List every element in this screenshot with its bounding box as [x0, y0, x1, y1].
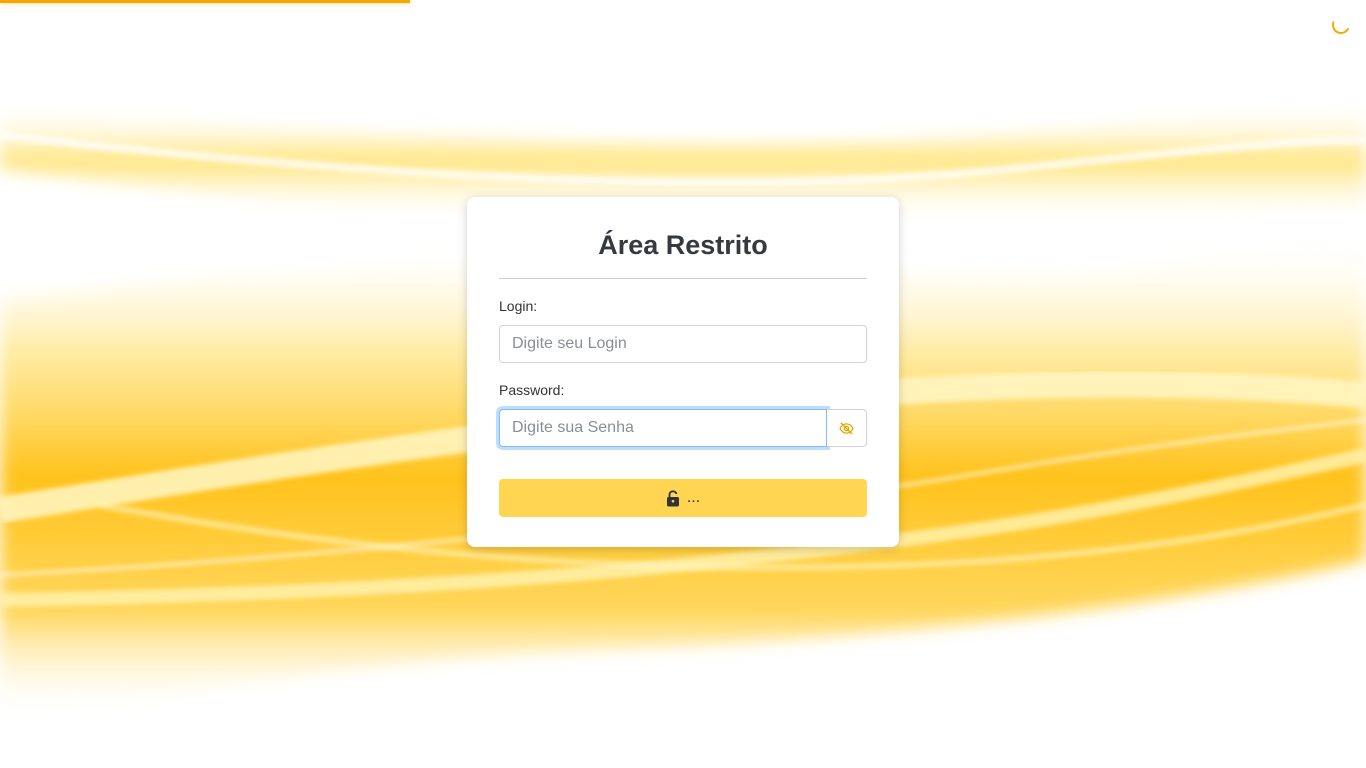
login-card: Área Restrito Login: Password: ...	[467, 197, 899, 547]
lock-open-icon	[666, 489, 680, 507]
page-title: Área Restrito	[598, 230, 768, 260]
login-input[interactable]	[499, 325, 867, 363]
page-loading-progress-bar	[0, 0, 410, 3]
password-label: Password:	[499, 382, 565, 398]
show-password-toggle[interactable]	[827, 409, 867, 447]
login-submit-button[interactable]: ...	[499, 479, 867, 517]
title-divider	[499, 278, 867, 279]
eye-slash-icon	[839, 421, 854, 435]
submit-label: ...	[686, 489, 701, 506]
password-input[interactable]	[499, 409, 827, 447]
login-label: Login:	[499, 298, 538, 314]
password-input-group	[499, 409, 867, 447]
